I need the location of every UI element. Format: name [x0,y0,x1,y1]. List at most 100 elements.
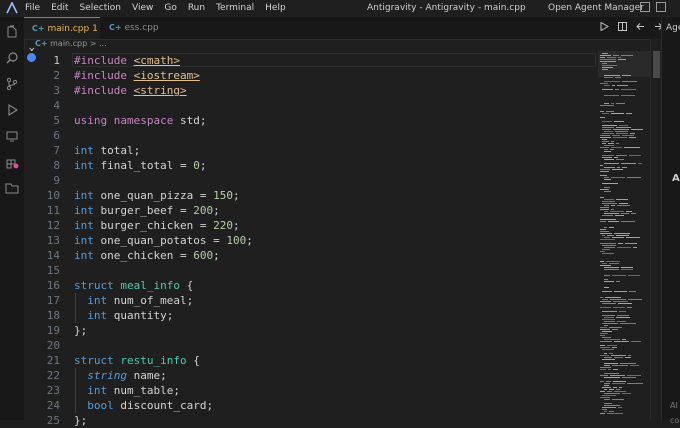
menu-help[interactable]: Help [265,3,286,13]
minimap-line [600,375,608,376]
toggle-panel-icon[interactable] [656,2,666,12]
code-line[interactable]: 3 #include <string> [24,83,598,98]
code-line[interactable]: 18 int quantity; [24,308,598,323]
minimap-line [604,131,613,132]
code-line[interactable]: 16 struct meal_info { [24,278,598,293]
code-editor[interactable]: 1 #include <cmath> 2 #include <iostream> 3 #i… [24,51,598,427]
folder-icon[interactable] [5,181,19,195]
minimap-line [617,85,628,86]
scrollbar-thumb[interactable] [653,51,660,78]
minimap-line [615,215,624,216]
minimap-line [600,233,612,234]
minimap-line [608,221,619,222]
search-icon[interactable] [5,51,19,65]
minimap-line [604,103,609,104]
code-text: string name; [87,369,167,382]
minimap-line [629,291,636,292]
split-editor-icon[interactable] [618,22,627,31]
tab-main-cpp[interactable]: C+ main.cpp 1 × [24,17,100,56]
minimap-line [604,385,609,386]
minimap-line [611,355,626,356]
code-line[interactable]: 5 using namespace std; [24,113,598,128]
open-agent-manager-button[interactable]: Open Agent Manager [548,3,644,13]
toggle-sidebar-icon[interactable] [640,2,650,12]
extensions-icon[interactable] [5,155,19,169]
code-line[interactable]: 2 #include <iostream> [24,68,598,83]
menu-terminal[interactable]: Terminal [216,3,254,13]
minimap-line [610,299,626,300]
go-back-icon[interactable] [636,22,645,31]
cpp-file-icon: C+ [32,24,45,33]
run-debug-icon[interactable] [5,103,19,117]
code-line[interactable]: 1 #include <cmath> [24,53,598,68]
minimap-line [600,251,605,252]
run-file-icon[interactable] [600,22,609,31]
code-line[interactable]: 12 int burger_chicken = 220; [24,218,598,233]
minimap-line [602,337,611,338]
minimap-line [600,341,612,342]
code-line[interactable]: 10 int one_quan_pizza = 150; [24,188,598,203]
minimap-line [618,407,622,408]
minimap-line [618,57,621,58]
breadcrumb-symbols[interactable]: ... [99,39,107,48]
minimap-line [607,391,612,392]
menu-edit[interactable]: Edit [51,3,68,13]
code-line[interactable]: 4 [24,98,598,113]
minimap-line [614,391,626,392]
minimap-line [616,133,628,134]
minimap-line [606,111,614,112]
menu-run[interactable]: Run [188,3,205,13]
line-number: 5 [53,114,60,127]
minimap-line [631,129,643,130]
minimap-line [614,357,623,358]
menu-go[interactable]: Go [164,3,176,13]
minimap-line [600,197,604,198]
code-line[interactable]: 21 struct restu_info { [24,353,598,368]
minimap-line [613,369,618,370]
menu-view[interactable]: View [132,3,153,13]
source-control-icon[interactable] [5,77,19,91]
code-text: int total; [74,144,141,157]
code-text: struct restu_info { [74,354,200,367]
minimap-line [633,247,637,248]
code-line[interactable]: 6 [24,128,598,143]
code-line[interactable]: 20 [24,338,598,353]
explorer-icon[interactable] [5,25,19,39]
minimap-line [604,373,619,374]
code-line[interactable]: 24 bool discount_card; [24,398,598,413]
breadcrumb-file[interactable]: main.cpp [50,39,87,48]
code-line[interactable]: 19}; [24,323,598,338]
minimap-line [600,219,616,220]
minimap-line [616,159,624,160]
remote-explorer-icon[interactable] [5,129,19,143]
minimap-line [602,263,607,264]
minimap-line [621,163,636,164]
code-line[interactable]: 22 string name; [24,368,598,383]
code-line[interactable]: 8 int final_total = 0; [24,158,598,173]
title-bar: File Edit Selection View Go Run Terminal… [0,0,680,17]
minimap-line [600,61,616,62]
code-line[interactable]: 9 [24,173,598,188]
minimap[interactable] [598,51,650,420]
minimap-line [600,265,611,266]
code-line[interactable]: 17 int num_of_meal; [24,293,598,308]
minimap-line [613,55,619,56]
code-line[interactable]: 23 int num_table; [24,383,598,398]
code-line[interactable]: 15 [24,263,598,278]
menu-file[interactable]: File [25,3,40,13]
minimap-line [615,131,628,132]
code-text: }; [74,324,88,337]
code-line[interactable]: 14 int one_chicken = 600; [24,248,598,263]
code-line[interactable]: 7 int total; [24,143,598,158]
layout-controls [640,2,666,12]
vertical-scrollbar[interactable] [650,39,661,420]
minimap-line [616,317,630,318]
menu-selection[interactable]: Selection [80,3,121,13]
minimap-line [604,95,619,96]
code-line[interactable]: 13 int one_quan_potatos = 100; [24,233,598,248]
tab-ess-cpp[interactable]: C+ ess.cpp [101,17,171,39]
minimap-line [600,117,605,118]
minimap-line [624,147,640,148]
code-line[interactable]: 11 int burger_beef = 200; [24,203,598,218]
code-line[interactable]: 25}; [24,413,598,428]
